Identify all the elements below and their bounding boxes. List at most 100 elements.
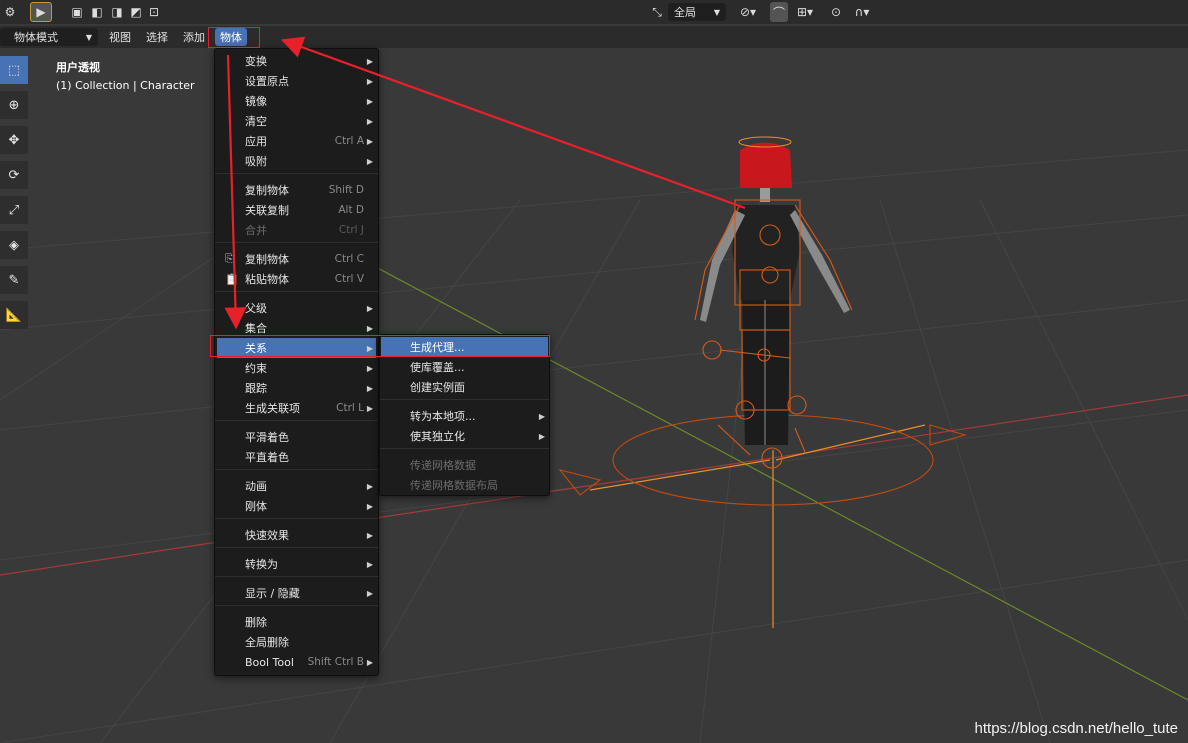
menu-item-paste-objects[interactable]: 粘贴物体 Ctrl V 📋 [217, 269, 376, 289]
menu-item-snap[interactable]: 吸附 ▶ [217, 151, 376, 171]
transform-orientation-dropdown[interactable]: 全局 ▼ [668, 3, 726, 21]
submenu-arrow-icon: ▶ [366, 657, 373, 667]
submenu-item-make-single-user[interactable]: 使其独立化 ▶ [381, 426, 548, 446]
rotate-tool-icon[interactable]: ⟳ [0, 161, 28, 189]
select-box-new-icon[interactable]: ▣ [68, 2, 86, 22]
menu-item-duplicate-objects[interactable]: 复制物体 Shift D [217, 180, 376, 200]
move-tool-icon[interactable]: ✥ [0, 126, 28, 154]
menu-item-label: 父级 [245, 302, 267, 315]
measure-tool-icon[interactable]: 📐 [0, 301, 28, 329]
menu-item-label: 平滑着色 [245, 431, 289, 444]
character-model [700, 136, 850, 445]
falloff-curve-icon[interactable]: ∩▾ [848, 2, 876, 22]
submenu-item-transfer-mesh-data[interactable]: 传递网格数据 [381, 455, 548, 475]
menu-item-label: 全局删除 [245, 636, 289, 649]
scale-tool-icon[interactable]: ⤢ [0, 196, 28, 224]
annotation-box-object-menu [208, 27, 260, 48]
submenu-arrow-icon: ▶ [366, 363, 373, 373]
submenu-arrow-icon: ▶ [366, 156, 373, 166]
menu-item-shade-smooth[interactable]: 平滑着色 [217, 427, 376, 447]
submenu-item-make-library-override[interactable]: 使库覆盖... [381, 357, 548, 377]
menu-item-track[interactable]: 跟踪 ▶ [217, 378, 376, 398]
menu-item-label: 转换为 [245, 558, 278, 571]
snap-target-icon[interactable]: ⊞▾ [790, 2, 820, 22]
menu-item-mirror[interactable]: 镜像 ▶ [217, 91, 376, 111]
menu-item-label: 动画 [245, 480, 267, 493]
select-box-extend-icon[interactable]: ◧ [88, 2, 106, 22]
mode-label: 物体模式 [14, 31, 58, 44]
menu-item-link-transfer-data[interactable]: 生成关联项 Ctrl L ▶ [217, 398, 376, 418]
menu-item-label: 合并 [245, 224, 267, 237]
cursor-tool-icon[interactable]: ⊕ [0, 91, 28, 119]
select-mode-cursor-icon[interactable]: ▶ [30, 2, 52, 22]
menu-separator [215, 605, 378, 606]
menu-item-join[interactable]: 合并 Ctrl J [217, 220, 376, 240]
menu-separator [215, 291, 378, 292]
menu-item-shortcut: Ctrl L [336, 402, 364, 414]
submenu-arrow-icon: ▶ [366, 501, 373, 511]
menu-separator [215, 576, 378, 577]
collection-info-label: (1) Collection | Character [56, 79, 195, 92]
transform-tool-icon[interactable]: ◈ [0, 231, 28, 259]
menu-item-quick-effects[interactable]: 快速效果 ▶ [217, 525, 376, 545]
menu-item-duplicate-linked[interactable]: 关联复制 Alt D [217, 200, 376, 220]
menu-add[interactable]: 添加 [178, 28, 210, 46]
submenu-arrow-icon: ▶ [366, 96, 373, 106]
submenu-arrow-icon: ▶ [366, 530, 373, 540]
mode-dropdown[interactable]: 物体模式 ▼ [0, 28, 98, 46]
select-tool-icon[interactable]: ⬚ [0, 56, 28, 84]
submenu-arrow-icon: ▶ [366, 303, 373, 313]
menu-item-shortcut: Ctrl J [338, 224, 364, 236]
menu-item-delete-globally[interactable]: 全局删除 [217, 632, 376, 652]
submenu-arrow-icon: ▶ [366, 481, 373, 491]
menu-separator [215, 420, 378, 421]
menu-item-parent[interactable]: 父级 ▶ [217, 298, 376, 318]
relations-submenu: 生成代理... 使库覆盖... 创建实例面 转为本地项... ▶ 使其独立化 ▶ 传递网格数据… [379, 334, 550, 496]
menu-item-convert-to[interactable]: 转换为 ▶ [217, 554, 376, 574]
submenu-item-transfer-mesh-data-layout[interactable]: 传递网格数据布局 [381, 475, 548, 495]
menu-item-shortcut: Ctrl A [334, 135, 364, 147]
proportional-edit-icon[interactable]: ⊙ [828, 2, 844, 22]
view-options-icon[interactable]: ⚙ [0, 2, 20, 22]
menu-item-copy-objects[interactable]: 复制物体 Ctrl C ⎘ [217, 249, 376, 269]
menu-separator [215, 173, 378, 174]
pivot-point-icon[interactable]: ⊘▾ [733, 2, 763, 22]
menu-item-label: 快速效果 [245, 529, 289, 542]
transform-orientation-icon: ⤡ [652, 4, 662, 19]
object-menu: 变换 ▶ 设置原点 ▶ 镜像 ▶ 清空 ▶ 应用 Ctrl A ▶ 吸附 ▶ 复制物体 Shift D 关联复… [214, 48, 379, 676]
menu-item-label: 约束 [245, 362, 267, 375]
viewport-scene [0, 136, 1188, 743]
paste-icon: 📋 [225, 272, 239, 286]
menu-item-delete[interactable]: 删除 [217, 612, 376, 632]
menu-item-clear[interactable]: 清空 ▶ [217, 111, 376, 131]
menu-item-transform[interactable]: 变换 ▶ [217, 51, 376, 71]
menu-item-apply[interactable]: 应用 Ctrl A ▶ [217, 131, 376, 151]
menu-item-label: 变换 [245, 55, 267, 68]
menu-view[interactable]: 视图 [104, 28, 136, 46]
menu-item-constraint[interactable]: 约束 ▶ [217, 358, 376, 378]
submenu-arrow-icon: ▶ [366, 403, 373, 413]
tool-shelf: ⬚ ⊕ ✥ ⟳ ⤢ ◈ ✎ 📐 [0, 56, 28, 336]
menu-item-shortcut: Ctrl V [334, 273, 364, 285]
submenu-item-make-instance-face[interactable]: 创建实例面 [381, 377, 548, 397]
select-box-subtract-icon[interactable]: ◨ [108, 2, 126, 22]
submenu-item-label: 创建实例面 [410, 381, 465, 394]
menu-item-label: 刚体 [245, 500, 267, 513]
annotate-tool-icon[interactable]: ✎ [0, 266, 28, 294]
submenu-item-make-local[interactable]: 转为本地项... ▶ [381, 406, 548, 426]
menu-item-label: 吸附 [245, 155, 267, 168]
menu-separator [380, 399, 549, 400]
menu-item-shade-flat[interactable]: 平直着色 [217, 447, 376, 467]
floor-grid [0, 149, 1188, 743]
3d-viewport[interactable] [0, 0, 1188, 743]
select-box-intersect-icon[interactable]: ⊡ [145, 2, 163, 22]
select-box-invert-icon[interactable]: ◩ [127, 2, 145, 22]
snap-toggle-icon[interactable]: ⌒ [770, 2, 788, 22]
menu-item-rigid-body[interactable]: 刚体 ▶ [217, 496, 376, 516]
menu-item-show-hide[interactable]: 显示 / 隐藏 ▶ [217, 583, 376, 603]
chevron-down-icon: ▼ [713, 7, 720, 17]
menu-select[interactable]: 选择 [141, 28, 173, 46]
menu-item-set-origin[interactable]: 设置原点 ▶ [217, 71, 376, 91]
menu-item-bool-tool[interactable]: Bool Tool Shift Ctrl B ▶ [217, 652, 376, 672]
menu-item-animation[interactable]: 动画 ▶ [217, 476, 376, 496]
